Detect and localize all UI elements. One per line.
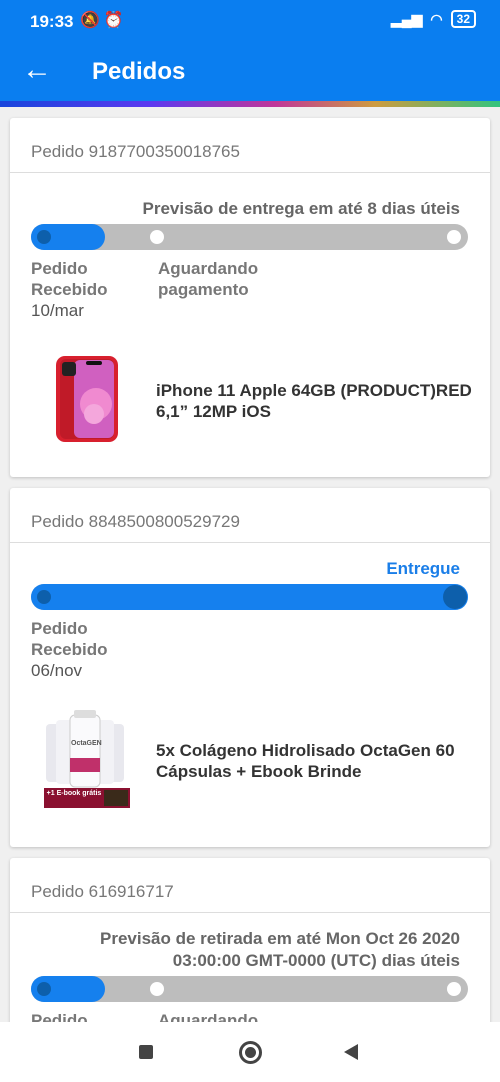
delivery-estimate: Previsão de entrega em até 8 dias úteis [142,199,460,218]
status-time: 19:33 [30,12,74,31]
recents-icon[interactable] [139,1045,153,1059]
step-date: 06/nov [31,661,83,680]
step-label: Pedido [31,1011,88,1022]
step-dot-received [37,230,51,244]
back-icon[interactable] [344,1044,358,1060]
pickup-estimate: Previsão de retirada em até Mon Oct 26 2… [100,928,460,972]
step-label: pagamento [158,280,249,299]
product-name: 5x Colágeno Hidrolisado OctaGen 60 Cápsu… [156,741,455,781]
step-dot-received [37,982,51,996]
notification-icons: 🔕⏰ [80,10,128,30]
step-received: Pedido Recebido 10/mar [31,258,108,321]
system-nav-bar [0,1022,500,1082]
app-bar: 19:33 🔕⏰ ▂▄▆ ◠ 32 ← Pedidos [0,0,500,107]
progress-fill [31,584,468,610]
orders-list[interactable]: Pedido 9187700350018765 Previsão de entr… [0,107,500,1022]
step-date: 10/mar [31,301,84,320]
order-card[interactable]: Pedido 9187700350018765 Previsão de entr… [10,118,490,477]
step-dot-final [447,982,461,996]
step-dot-received [37,590,51,604]
status-bar: 19:33 🔕⏰ ▂▄▆ ◠ 32 [0,0,500,42]
status-right: ▂▄▆ ◠ 32 [391,10,476,28]
iphone-product-image [56,356,118,442]
progress-track [31,224,468,250]
progress-track [31,584,468,610]
mute-icon: 🔕 [80,12,104,29]
order-id: Pedido 9187700350018765 [10,118,490,173]
home-icon[interactable] [239,1041,262,1064]
alarm-icon: ⏰ [103,12,128,29]
step-label: Recebido [31,640,108,659]
step-label: Pedido [31,619,88,638]
estimate-line: 03:00:00 GMT-0000 (UTC) dias úteis [172,951,460,970]
step-payment: Aguardando [158,1010,258,1022]
step-dot-delivered [443,585,467,609]
step-label: Aguardando [158,259,259,278]
product-name: iPhone 11 Apple 64GB (PRODUCT)RED 6,1” 1… [156,381,472,421]
progress-track [31,976,468,1002]
order-card[interactable]: Pedido 616916717 Previsão de retirada em… [10,858,490,1022]
step-dot-payment [150,230,164,244]
battery-icon: 32 [450,10,476,28]
signal-icon: ▂▄▆ [390,10,423,27]
step-payment: Aguardando pagamento [158,258,258,300]
step-label: Pedido [31,259,88,278]
page-title: Pedidos [92,58,186,85]
order-id: Pedido 616916717 [10,858,490,913]
step-dot-payment [150,982,164,996]
order-card[interactable]: Pedido 8848500800529729 Entregue Pedido … [10,488,490,847]
delivered-status: Entregue [386,559,460,578]
estimate-line: Previsão de retirada em até Mon Oct 26 2… [99,929,460,948]
order-id: Pedido 8848500800529729 [10,488,490,543]
step-dot-final [447,230,461,244]
step-received: Pedido Recebido 06/nov [31,618,108,681]
wifi-icon: ◠ [430,10,443,27]
octagen-product-image: OctaGEN +1 E-book grátis [44,710,134,810]
ebook-banner-text: +1 E-book grátis [46,790,102,797]
step-label: Recebido [31,280,108,299]
back-arrow-icon[interactable]: ← [22,54,52,86]
product-brand-text: OctaGEN [71,740,102,747]
step-received: Pedido [31,1010,88,1022]
step-label: Aguardando [158,1011,259,1022]
